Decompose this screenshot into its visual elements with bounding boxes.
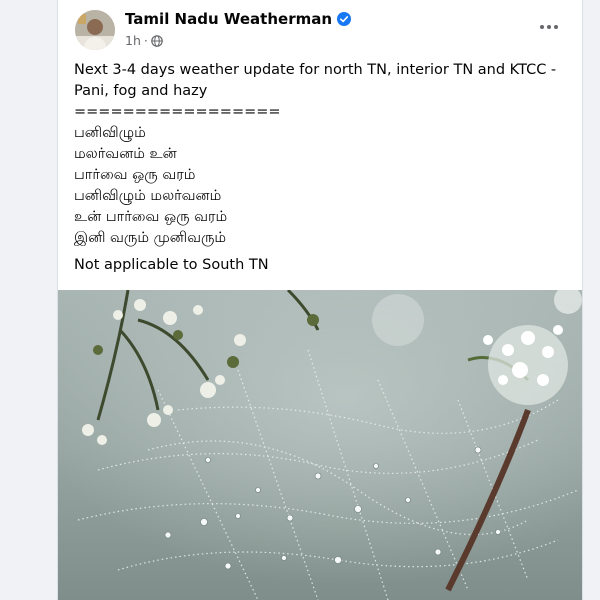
verified-badge-icon xyxy=(337,12,352,26)
post-footer-line: Not applicable to South TN xyxy=(74,257,269,273)
post-line: ================= xyxy=(74,104,281,120)
post-line: பனிவிழும் மலர்வனம் xyxy=(74,188,222,204)
post-timestamp[interactable]: 1h xyxy=(125,33,141,48)
author-avatar[interactable] xyxy=(75,10,115,50)
post-line: Next 3-4 days weather update for north T… xyxy=(74,62,557,78)
dewy-spiderweb-photo xyxy=(58,286,582,600)
author-name[interactable]: Tamil Nadu Weatherman xyxy=(125,10,332,28)
post-line: Pani, fog and hazy xyxy=(74,83,208,99)
meta-separator: · xyxy=(143,33,148,48)
post-text: Next 3-4 days weather update for north T… xyxy=(74,60,564,276)
post-line: பனிவிழும் xyxy=(74,125,146,141)
post-meta: 1h · xyxy=(125,33,163,48)
post-line: இனி வரும் முனிவரும் xyxy=(74,230,227,246)
post-line: உன் பார்வை ஒரு வரம் xyxy=(74,209,228,225)
post-photo[interactable] xyxy=(58,286,582,600)
author-row: Tamil Nadu Weatherman xyxy=(125,10,352,28)
post-card: Tamil Nadu Weatherman 1h · Next 3-4 days… xyxy=(57,0,583,600)
avatar-image xyxy=(75,10,115,50)
post-line: மலர்வனம் உன் xyxy=(74,146,177,162)
post-line: பார்வை ஒரு வரம் xyxy=(74,167,196,183)
more-options-icon[interactable] xyxy=(534,16,564,38)
globe-icon xyxy=(151,34,163,47)
